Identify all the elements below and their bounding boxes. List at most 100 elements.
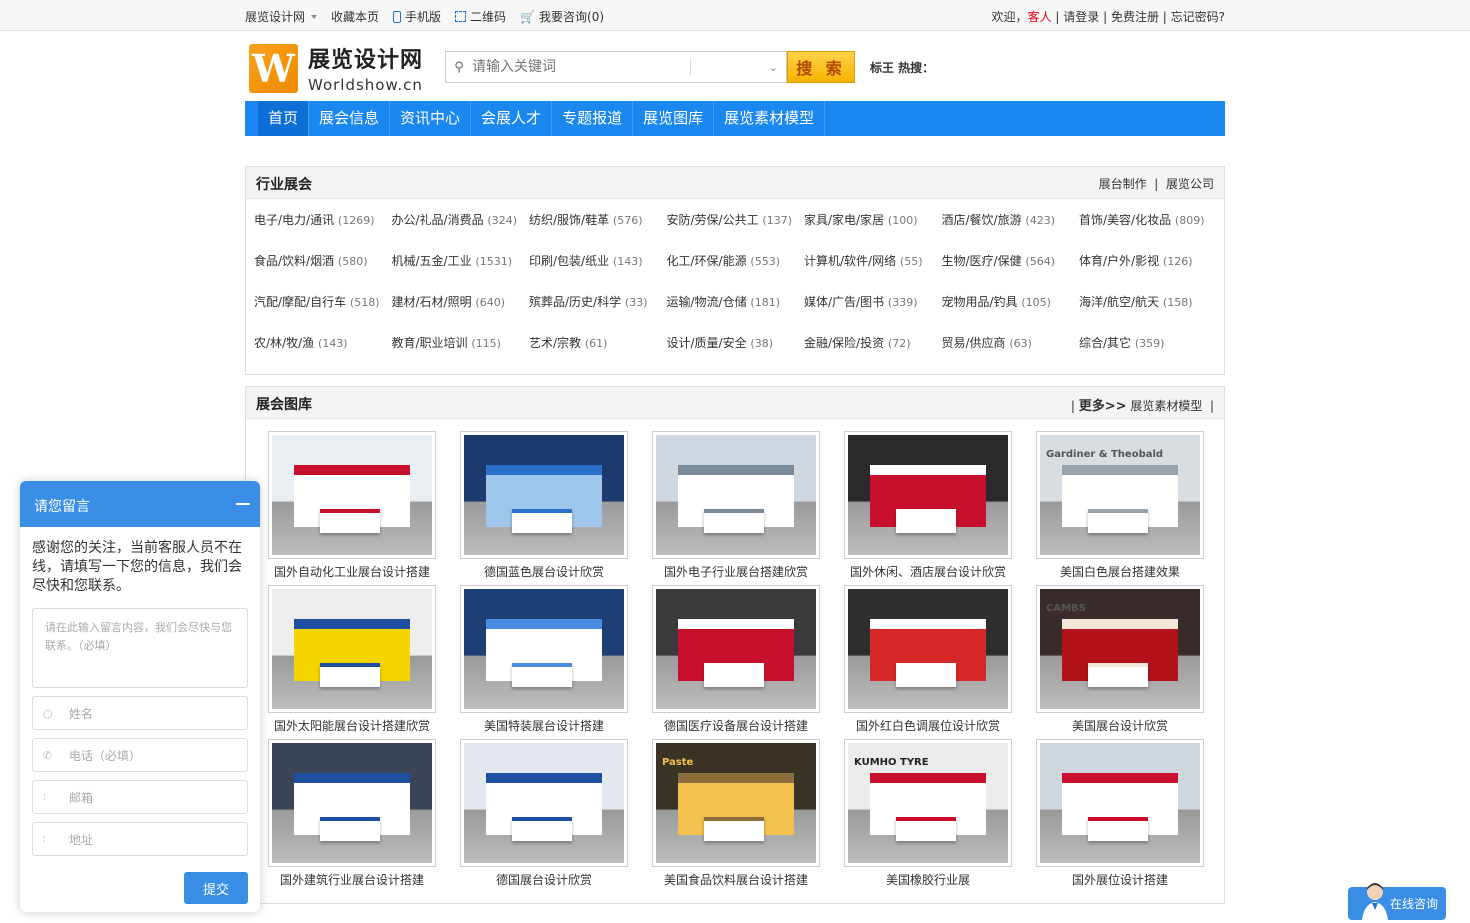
gallery-caption[interactable]: 国外红白色调展位设计欣赏 <box>844 717 1012 734</box>
gallery-caption[interactable]: 美国展台设计欣赏 <box>1036 717 1204 734</box>
gallery-thumbnail[interactable] <box>268 739 436 867</box>
gallery-caption[interactable]: 美国食品饮料展台设计搭建 <box>652 871 820 888</box>
gallery-item[interactable]: CAMBS 美国展台设计欣赏 <box>1036 585 1204 734</box>
gallery-caption[interactable]: 国外休闲、酒店展台设计欣赏 <box>844 563 1012 580</box>
industry-link[interactable]: 综合/其它 (359) <box>1079 334 1217 375</box>
gallery-thumbnail[interactable] <box>268 585 436 713</box>
gallery-thumbnail[interactable] <box>460 431 628 559</box>
mobile-link[interactable]: 手机版 <box>393 8 441 25</box>
message-textarea[interactable]: 请在此输入留言内容，我们会尽快与您联系。（必填） <box>32 608 248 688</box>
industry-link[interactable]: 体育/户外/影视 (126) <box>1079 252 1217 293</box>
industry-link[interactable]: 运输/物流/仓储 (181) <box>667 293 805 334</box>
gallery-item[interactable]: 德国医疗设备展台设计搭建 <box>652 585 820 734</box>
submit-button[interactable]: 提交 <box>184 872 248 904</box>
industry-link[interactable]: 生物/医疗/保健 (564) <box>942 252 1080 293</box>
gallery-thumbnail[interactable] <box>1036 739 1204 867</box>
industry-link[interactable]: 首饰/美容/化妆品 (809) <box>1079 211 1217 252</box>
industry-link[interactable]: 媒体/广告/图书 (339) <box>804 293 942 334</box>
gallery-item[interactable]: Paste 美国食品饮料展台设计搭建 <box>652 739 820 888</box>
industry-link[interactable]: 艺术/宗教 (61) <box>529 334 667 375</box>
consult-link[interactable]: 🛒 我要咨询(0) <box>520 8 604 25</box>
industry-link[interactable]: 设计/质量/安全 (38) <box>667 334 805 375</box>
industry-link[interactable]: 宠物用品/钓具 (105) <box>942 293 1080 334</box>
gallery-caption[interactable]: 德国展台设计欣赏 <box>460 871 628 888</box>
nav-item-models[interactable]: 展览素材模型 <box>714 101 826 136</box>
industry-link[interactable]: 机械/五金/工业 (1531) <box>392 252 530 293</box>
name-field[interactable]: ○ 姓名 <box>32 696 248 730</box>
gallery-caption[interactable]: 国外太阳能展台设计搭建欣赏 <box>268 717 436 734</box>
nav-item-talent[interactable]: 会展人才 <box>471 101 553 136</box>
nav-item-gallery[interactable]: 展览图库 <box>633 101 715 136</box>
gallery-item[interactable]: 国外太阳能展台设计搭建欣赏 <box>268 585 436 734</box>
minimize-icon[interactable] <box>236 503 250 505</box>
gallery-thumbnail[interactable]: Gardiner & Theobald <box>1036 431 1204 559</box>
nav-item-news[interactable]: 资讯中心 <box>390 101 472 136</box>
gallery-caption[interactable]: 国外自动化工业展台设计搭建 <box>268 563 436 580</box>
exhibition-company-link[interactable]: 展览公司 <box>1166 177 1214 191</box>
gallery-thumbnail[interactable]: CAMBS <box>1036 585 1204 713</box>
gallery-thumbnail[interactable] <box>268 431 436 559</box>
gallery-thumbnail[interactable]: KUMHO TYRE <box>844 739 1012 867</box>
site-menu[interactable]: 展览设计网 <box>245 8 318 25</box>
nav-item-home[interactable]: 首页 <box>258 101 310 136</box>
gallery-item[interactable]: 国外自动化工业展台设计搭建 <box>268 431 436 580</box>
gallery-item[interactable]: 美国特装展台设计搭建 <box>460 585 628 734</box>
industry-link[interactable]: 建材/石材/照明 (640) <box>392 293 530 334</box>
gallery-item[interactable]: 国外建筑行业展台设计搭建 <box>268 739 436 888</box>
gallery-thumbnail[interactable] <box>844 431 1012 559</box>
gallery-item[interactable]: Gardiner & Theobald 美国白色展台搭建效果 <box>1036 431 1204 580</box>
industry-link[interactable]: 汽配/摩配/自行车 (518) <box>254 293 392 334</box>
models-link[interactable]: 展览素材模型 <box>1130 399 1202 413</box>
forgot-password-link[interactable]: 忘记密码? <box>1171 10 1225 24</box>
nav-item-exhibitions[interactable]: 展会信息 <box>309 101 391 136</box>
industry-link[interactable]: 安防/劳保/公共工 (137) <box>667 211 805 252</box>
industry-link[interactable]: 电子/电力/通讯 (1269) <box>254 211 392 252</box>
gallery-caption[interactable]: 美国橡胶行业展 <box>844 871 1012 888</box>
gallery-item[interactable]: 国外休闲、酒店展台设计欣赏 <box>844 431 1012 580</box>
more-link[interactable]: 更多>> <box>1079 399 1127 414</box>
industry-link[interactable]: 殡葬品/历史/科学 (33) <box>529 293 667 334</box>
gallery-thumbnail[interactable] <box>844 585 1012 713</box>
industry-link[interactable]: 计算机/软件/网络 (55) <box>804 252 942 293</box>
email-field[interactable]: ∶ 邮箱 <box>32 780 248 814</box>
nav-item-topics[interactable]: 专题报道 <box>552 101 634 136</box>
gallery-item[interactable]: 国外展位设计搭建 <box>1036 739 1204 888</box>
industry-link[interactable]: 教育/职业培训 (115) <box>392 334 530 375</box>
gallery-caption[interactable]: 德国医疗设备展台设计搭建 <box>652 717 820 734</box>
gallery-thumbnail[interactable] <box>652 431 820 559</box>
site-logo[interactable]: W 展览设计网 Worldshow.cn <box>249 42 423 94</box>
gallery-thumbnail[interactable] <box>460 739 628 867</box>
search-button[interactable]: 搜 索 <box>787 51 855 83</box>
gallery-caption[interactable]: 国外建筑行业展台设计搭建 <box>268 871 436 888</box>
bookmark-link[interactable]: 收藏本页 <box>331 8 379 25</box>
gallery-thumbnail[interactable]: Paste <box>652 739 820 867</box>
industry-link[interactable]: 办公/礼品/消费品 (324) <box>392 211 530 252</box>
gallery-caption[interactable]: 国外展位设计搭建 <box>1036 871 1204 888</box>
industry-link[interactable]: 纺织/服饰/鞋革 (576) <box>529 211 667 252</box>
login-link[interactable]: 请登录 <box>1063 10 1099 24</box>
industry-link[interactable]: 酒店/餐饮/旅游 (423) <box>942 211 1080 252</box>
industry-link[interactable]: 家具/家电/家居 (100) <box>804 211 942 252</box>
gallery-item[interactable]: KUMHO TYRE 美国橡胶行业展 <box>844 739 1012 888</box>
search-category-select[interactable]: ⌄ <box>691 52 786 82</box>
industry-link[interactable]: 贸易/供应商 (63) <box>942 334 1080 375</box>
gallery-item[interactable]: 德国蓝色展台设计欣赏 <box>460 431 628 580</box>
address-field[interactable]: ∶ 地址 <box>32 822 248 856</box>
search-input[interactable] <box>472 59 690 75</box>
booth-making-link[interactable]: 展台制作 <box>1099 177 1147 191</box>
gallery-caption[interactable]: 国外电子行业展台搭建欣赏 <box>652 563 820 580</box>
industry-link[interactable]: 食品/饮料/烟酒 (580) <box>254 252 392 293</box>
industry-link[interactable]: 化工/环保/能源 (553) <box>667 252 805 293</box>
gallery-item[interactable]: 国外红白色调展位设计欣赏 <box>844 585 1012 734</box>
industry-link[interactable]: 印刷/包装/纸业 (143) <box>529 252 667 293</box>
gallery-thumbnail[interactable] <box>652 585 820 713</box>
industry-link[interactable]: 海洋/航空/航天 (158) <box>1079 293 1217 334</box>
register-link[interactable]: 免费注册 <box>1111 10 1159 24</box>
gallery-item[interactable]: 德国展台设计欣赏 <box>460 739 628 888</box>
gallery-caption[interactable]: 美国特装展台设计搭建 <box>460 717 628 734</box>
qrcode-link[interactable]: 二维码 <box>455 8 506 25</box>
gallery-caption[interactable]: 德国蓝色展台设计欣赏 <box>460 563 628 580</box>
industry-link[interactable]: 农/林/牧/渔 (143) <box>254 334 392 375</box>
phone-field[interactable]: ✆ 电话（必填） <box>32 738 248 772</box>
gallery-caption[interactable]: 美国白色展台搭建效果 <box>1036 563 1204 580</box>
